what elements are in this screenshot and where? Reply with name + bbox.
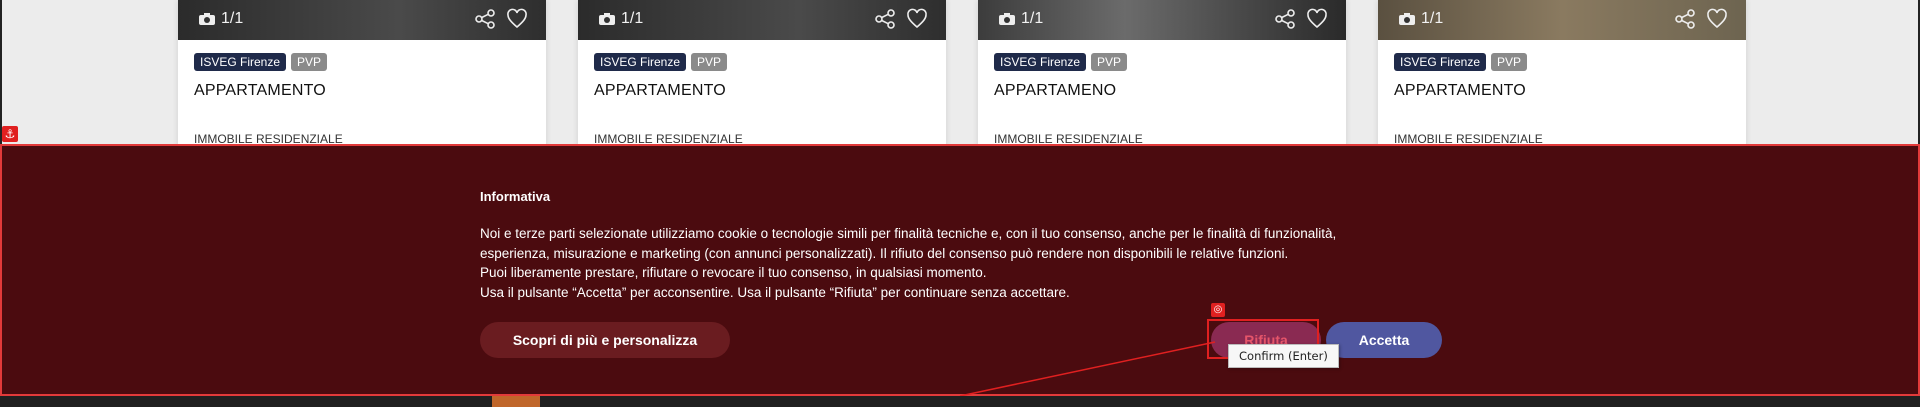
photo-actions [874,8,928,30]
agency-badge: ISVEG Firenze [194,53,287,71]
channel-badge: PVP [291,53,328,71]
listing-card[interactable]: 1/1 ISVEG Firenze PVP APPARTAMENTO IMMOB… [178,0,546,150]
cookie-paragraph: Usa il pulsante “Accetta” per acconsenti… [480,284,1070,300]
listing-card[interactable]: 1/1 ISVEG Firenze PVP APPARTAMENTO IMMOB… [1378,0,1746,150]
listing-card[interactable]: 1/1 ISVEG Firenze PVP APPARTAMENO IMMOBI… [978,0,1346,150]
camera-icon [999,13,1015,25]
listing-title[interactable]: APPARTAMENO [994,82,1116,100]
listing-photo[interactable]: 1/1 [578,0,946,40]
channel-badge: PVP [1491,53,1528,71]
heart-icon[interactable] [906,8,928,30]
listing-title[interactable]: APPARTAMENTO [194,82,326,100]
photo-count-label: 1/1 [1421,10,1444,27]
cookie-banner-text: Noi e terze parti selezionate utilizziam… [480,224,1400,302]
heart-icon[interactable] [506,8,528,30]
heart-icon[interactable] [1306,8,1328,30]
cookie-paragraph: Puoi liberamente prestare, rifiutare o r… [480,265,987,280]
listing-grid: 1/1 ISVEG Firenze PVP APPARTAMENTO IMMOB… [0,0,1920,150]
photo-count: 1/1 [598,10,643,28]
agency-badge: ISVEG Firenze [994,53,1087,71]
camera-icon [199,13,215,25]
channel-badge: PVP [691,53,728,71]
agency-badge: ISVEG Firenze [1394,53,1487,71]
photo-actions [474,8,528,30]
photo-actions [1674,8,1728,30]
target-icon: ◎ [1211,303,1225,317]
listing-photo[interactable]: 1/1 [978,0,1346,40]
listing-title[interactable]: APPARTAMENTO [594,82,726,100]
learn-more-button[interactable]: Scopri di più e personalizza [480,322,730,358]
accept-button[interactable]: Accetta [1326,322,1442,358]
camera-icon [1399,13,1415,25]
agency-badge: ISVEG Firenze [594,53,687,71]
anchor-icon: ⚓ [2,126,18,142]
taskbar [0,396,1920,407]
listing-photo[interactable]: 1/1 [178,0,546,40]
camera-icon [599,13,615,25]
photo-count: 1/1 [198,10,243,28]
listing-card[interactable]: 1/1 ISVEG Firenze PVP APPARTAMENTO IMMOB… [578,0,946,150]
confirm-tooltip: Confirm (Enter) [1228,344,1339,368]
cookie-paragraph: Noi e terze parti selezionate utilizziam… [480,226,1337,261]
channel-badge: PVP [1091,53,1128,71]
listing-badges: ISVEG Firenze PVP [594,53,728,71]
photo-count: 1/1 [998,10,1043,28]
photo-count-label: 1/1 [1021,10,1044,27]
photo-count-label: 1/1 [621,10,644,27]
share-icon[interactable] [874,8,896,30]
listing-title[interactable]: APPARTAMENTO [1394,82,1526,100]
listing-badges: ISVEG Firenze PVP [1394,53,1528,71]
taskbar-active-app[interactable] [492,396,540,407]
cookie-banner-title: Informativa [480,189,551,204]
cookie-banner: Informativa Noi e terze parti selezionat… [0,144,1920,396]
share-icon[interactable] [1674,8,1696,30]
listing-photo[interactable]: 1/1 [1378,0,1746,40]
heart-icon[interactable] [1706,8,1728,30]
photo-actions [1274,8,1328,30]
photo-count-label: 1/1 [221,10,244,27]
listing-badges: ISVEG Firenze PVP [194,53,328,71]
photo-count: 1/1 [1398,10,1443,28]
listing-badges: ISVEG Firenze PVP [994,53,1128,71]
share-icon[interactable] [474,8,496,30]
share-icon[interactable] [1274,8,1296,30]
